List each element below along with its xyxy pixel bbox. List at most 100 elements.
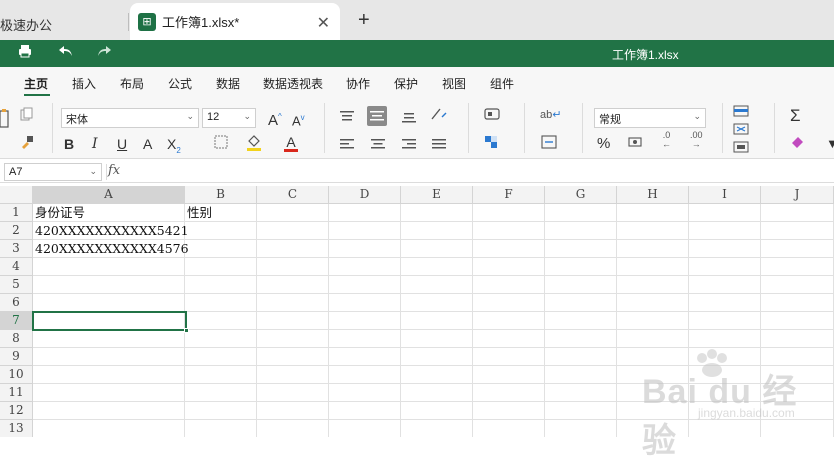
cell-B5[interactable]	[185, 276, 257, 294]
cell-J2[interactable]	[761, 222, 834, 240]
cell-A5[interactable]	[33, 276, 185, 294]
copy-icon[interactable]	[20, 107, 34, 125]
print-icon[interactable]	[18, 44, 32, 62]
cell-F7[interactable]	[473, 312, 545, 330]
format-cells-icon[interactable]	[733, 139, 749, 157]
cell-C6[interactable]	[257, 294, 329, 312]
clear-icon[interactable]	[790, 135, 806, 153]
cell-D5[interactable]	[329, 276, 401, 294]
cell-G4[interactable]	[545, 258, 617, 276]
cell-C11[interactable]	[257, 384, 329, 402]
tab-inactive[interactable]: 极速办公	[0, 8, 128, 40]
cell-D1[interactable]	[329, 204, 401, 222]
cell-B4[interactable]	[185, 258, 257, 276]
cell-F4[interactable]	[473, 258, 545, 276]
cell-D8[interactable]	[329, 330, 401, 348]
delete-cells-icon[interactable]	[733, 121, 749, 139]
fill-pattern-icon[interactable]	[484, 135, 498, 153]
align-right-icon[interactable]	[402, 137, 416, 155]
increase-decimal-icon[interactable]: .0 ←	[662, 131, 671, 149]
undo-icon[interactable]	[58, 44, 74, 62]
cell-I4[interactable]	[689, 258, 761, 276]
row-header[interactable]: 3	[0, 240, 33, 258]
cell-G7[interactable]	[545, 312, 617, 330]
cell-B6[interactable]	[185, 294, 257, 312]
fill-handle[interactable]	[184, 328, 189, 333]
cell-C10[interactable]	[257, 366, 329, 384]
cell-C4[interactable]	[257, 258, 329, 276]
number-format-select[interactable]: 常规 ⌄	[594, 108, 706, 128]
column-header[interactable]: G	[545, 186, 617, 204]
cell-I1[interactable]	[689, 204, 761, 222]
column-header[interactable]: B	[185, 186, 257, 204]
selected-cell-outline[interactable]	[32, 311, 189, 333]
menu-protect[interactable]: 保护	[394, 75, 418, 92]
cell-C5[interactable]	[257, 276, 329, 294]
currency-format-icon[interactable]	[628, 135, 646, 153]
align-top-icon[interactable]	[340, 109, 354, 127]
menu-formula[interactable]: 公式	[168, 75, 192, 92]
row-header[interactable]: 5	[0, 276, 33, 294]
underline-button[interactable]: U	[117, 135, 127, 153]
cell-G13[interactable]	[545, 420, 617, 437]
cell-G1[interactable]	[545, 204, 617, 222]
row-header[interactable]: 7	[0, 312, 33, 330]
cell-D3[interactable]	[329, 240, 401, 258]
column-header[interactable]: H	[617, 186, 689, 204]
cell-I8[interactable]	[689, 330, 761, 348]
cell-F10[interactable]	[473, 366, 545, 384]
cell-G3[interactable]	[545, 240, 617, 258]
align-bottom-icon[interactable]	[402, 109, 416, 127]
strikethrough-button[interactable]: A	[143, 135, 152, 153]
cell-B13[interactable]	[185, 420, 257, 437]
cell-C12[interactable]	[257, 402, 329, 420]
cell-E6[interactable]	[401, 294, 473, 312]
cell-E4[interactable]	[401, 258, 473, 276]
cell-C2[interactable]	[257, 222, 329, 240]
decrease-font-button[interactable]: Av	[292, 109, 305, 130]
cell-H7[interactable]	[617, 312, 689, 330]
cell-A8[interactable]	[33, 330, 185, 348]
cell-G11[interactable]	[545, 384, 617, 402]
cell-A13[interactable]	[33, 420, 185, 437]
select-all-corner[interactable]	[0, 186, 33, 204]
cell-C1[interactable]	[257, 204, 329, 222]
paste-icon[interactable]	[0, 107, 10, 133]
cell-A2[interactable]: 420XXXXXXXXXXX5421	[33, 222, 189, 240]
row-header[interactable]: 1	[0, 204, 33, 222]
subscript-button[interactable]: X2	[167, 135, 181, 160]
cell-H6[interactable]	[617, 294, 689, 312]
cell-E10[interactable]	[401, 366, 473, 384]
cell-F5[interactable]	[473, 276, 545, 294]
column-header[interactable]: D	[329, 186, 401, 204]
row-header[interactable]: 10	[0, 366, 33, 384]
cell-D10[interactable]	[329, 366, 401, 384]
cell-J5[interactable]	[761, 276, 834, 294]
row-header[interactable]: 2	[0, 222, 33, 240]
cell-I5[interactable]	[689, 276, 761, 294]
menu-insert[interactable]: 插入	[72, 75, 96, 92]
cell-A12[interactable]	[33, 402, 185, 420]
cell-D4[interactable]	[329, 258, 401, 276]
cell-E12[interactable]	[401, 402, 473, 420]
fx-icon[interactable]: fx	[108, 163, 120, 178]
cell-E7[interactable]	[401, 312, 473, 330]
cell-D9[interactable]	[329, 348, 401, 366]
menu-pivot-table[interactable]: 数据透视表	[263, 75, 323, 92]
row-header[interactable]: 12	[0, 402, 33, 420]
wrap-text-button[interactable]: ab↵	[540, 106, 561, 124]
fill-color-icon[interactable]	[246, 133, 262, 155]
cell-B2[interactable]	[185, 222, 257, 240]
cell-J3[interactable]	[761, 240, 834, 258]
cell-F12[interactable]	[473, 402, 545, 420]
cell-J7[interactable]	[761, 312, 834, 330]
cell-C9[interactable]	[257, 348, 329, 366]
cell-G8[interactable]	[545, 330, 617, 348]
cell-A10[interactable]	[33, 366, 185, 384]
column-header[interactable]: F	[473, 186, 545, 204]
cell-B8[interactable]	[185, 330, 257, 348]
menu-layout[interactable]: 布局	[120, 75, 144, 92]
font-size-select[interactable]: 12 ⌄	[202, 108, 256, 128]
cell-F2[interactable]	[473, 222, 545, 240]
new-tab-icon[interactable]: +	[358, 9, 370, 32]
